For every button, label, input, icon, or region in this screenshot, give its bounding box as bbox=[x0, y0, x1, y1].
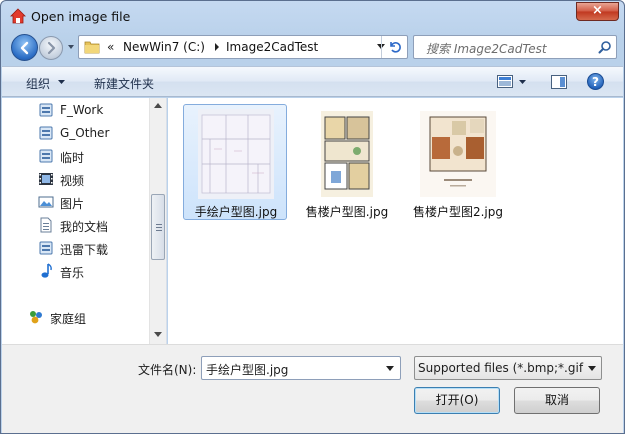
filename-value[interactable]: 手绘户型图.jpg bbox=[206, 361, 288, 378]
image-thumbnail bbox=[198, 109, 274, 199]
dialog-footer: 文件名(N): 手绘户型图.jpg Supported files (*.bmp… bbox=[2, 344, 623, 433]
chevron-down-icon[interactable] bbox=[519, 80, 526, 84]
arrow-left-icon bbox=[20, 41, 29, 55]
chevron-down-icon[interactable] bbox=[588, 366, 596, 371]
open-file-dialog: Open image file × « NewWin7 (C:) Image2C… bbox=[0, 0, 625, 434]
file-type-select[interactable]: Supported files (*.bmp;*.gif;* bbox=[414, 356, 602, 380]
sidebar-item-label: 音乐 bbox=[60, 266, 85, 280]
file-type-value: Supported files (*.bmp;*.gif;* bbox=[418, 361, 584, 375]
view-mode-icon[interactable] bbox=[497, 75, 513, 88]
search-box[interactable]: 搜索 Image2CadTest bbox=[413, 35, 617, 59]
filename-label: 文件名(N): bbox=[138, 363, 197, 377]
file-item[interactable]: 售楼户型图.jpg bbox=[294, 104, 398, 220]
library-icon bbox=[39, 126, 53, 140]
sidebar-item-label: F_Work bbox=[60, 103, 104, 117]
forward-button[interactable] bbox=[39, 36, 63, 60]
sidebar-item-videos[interactable]: 视频 bbox=[38, 169, 150, 189]
navigation-pane: F_Work G_Other 临时 视频 图片 我的文档 迅雷下载 音乐 家庭组 bbox=[2, 98, 167, 344]
sidebar-item-f-work[interactable]: F_Work bbox=[38, 100, 150, 120]
breadcrumb-folder[interactable]: Image2CadTest bbox=[226, 40, 318, 54]
window-title: Open image file bbox=[31, 9, 131, 24]
sidebar-item-label: 家庭组 bbox=[50, 312, 87, 326]
organize-menu[interactable]: 组织 bbox=[26, 75, 50, 92]
sidebar-item-homegroup[interactable]: 家庭组 bbox=[28, 307, 140, 327]
file-name: 手绘户型图.jpg bbox=[194, 205, 278, 219]
search-input[interactable]: 搜索 Image2CadTest bbox=[426, 40, 547, 57]
sidebar-item-label: 图片 bbox=[60, 197, 85, 211]
chevron-down-icon[interactable] bbox=[386, 366, 394, 371]
close-button[interactable]: × bbox=[576, 2, 619, 21]
search-icon[interactable] bbox=[598, 40, 612, 54]
preview-pane-icon[interactable] bbox=[551, 75, 567, 89]
picture-icon bbox=[38, 196, 54, 208]
title-bar[interactable]: Open image file × bbox=[1, 1, 624, 31]
sidebar-item-label: 我的文档 bbox=[60, 220, 109, 234]
image-thumbnail bbox=[420, 111, 496, 197]
library-icon bbox=[39, 149, 53, 163]
sidebar-item-label: 迅雷下载 bbox=[60, 243, 109, 257]
cancel-button[interactable]: 取消 bbox=[514, 387, 600, 414]
file-name: 售楼户型图.jpg bbox=[305, 205, 389, 219]
music-icon bbox=[41, 263, 52, 278]
refresh-icon bbox=[390, 42, 401, 53]
filename-field[interactable]: 手绘户型图.jpg bbox=[201, 356, 401, 380]
arrow-right-icon bbox=[47, 41, 56, 55]
grip-icon bbox=[156, 224, 162, 231]
scroll-up-arrow-icon[interactable] bbox=[154, 103, 162, 108]
command-bar: 组织 新建文件夹 ? bbox=[2, 66, 623, 97]
sidebar-item-music[interactable]: 音乐 bbox=[38, 261, 150, 281]
new-folder-button[interactable]: 新建文件夹 bbox=[94, 75, 154, 92]
image-thumbnail bbox=[321, 111, 373, 197]
home-icon bbox=[10, 8, 26, 24]
help-icon[interactable]: ? bbox=[587, 73, 604, 90]
sidebar-item-g-other[interactable]: G_Other bbox=[38, 123, 150, 143]
file-item[interactable]: 手绘户型图.jpg bbox=[183, 104, 287, 220]
homegroup-icon bbox=[30, 311, 42, 324]
recent-pages-dropdown-icon[interactable] bbox=[65, 41, 77, 53]
file-list: 手绘户型图.jpg 售楼户型图.jpg 售楼户型图2.jpg bbox=[168, 98, 623, 344]
sidebar-item-downloads[interactable]: 迅雷下载 bbox=[38, 238, 150, 258]
library-icon bbox=[39, 241, 53, 255]
back-button[interactable] bbox=[11, 34, 38, 61]
sidebar-item-pictures[interactable]: 图片 bbox=[38, 192, 150, 212]
open-button[interactable]: 打开(O) bbox=[414, 387, 500, 414]
sidebar-item-label: 临时 bbox=[60, 151, 85, 165]
address-bar[interactable]: « NewWin7 (C:) Image2CadTest bbox=[78, 35, 408, 59]
chevron-down-icon bbox=[58, 80, 65, 84]
file-name: 售楼户型图2.jpg bbox=[412, 205, 504, 219]
scroll-down-arrow-icon[interactable] bbox=[154, 332, 162, 337]
sidebar-item-label: 视频 bbox=[60, 174, 85, 188]
breadcrumb-overflow[interactable]: « bbox=[107, 40, 114, 54]
navigation-scrollbar[interactable] bbox=[149, 98, 166, 344]
breadcrumb-chevron-icon[interactable] bbox=[213, 42, 221, 52]
breadcrumb-drive[interactable]: NewWin7 (C:) bbox=[123, 40, 205, 54]
file-item[interactable]: 售楼户型图2.jpg bbox=[405, 104, 509, 220]
refresh-button[interactable] bbox=[381, 36, 406, 58]
scrollbar-thumb[interactable] bbox=[151, 194, 165, 260]
documents-icon bbox=[40, 217, 52, 233]
sidebar-item-documents[interactable]: 我的文档 bbox=[38, 215, 150, 235]
sidebar-item-label: G_Other bbox=[60, 126, 110, 140]
library-icon bbox=[39, 103, 53, 117]
folder-icon bbox=[84, 41, 100, 54]
video-icon bbox=[39, 173, 53, 185]
sidebar-item-temp[interactable]: 临时 bbox=[38, 146, 150, 166]
